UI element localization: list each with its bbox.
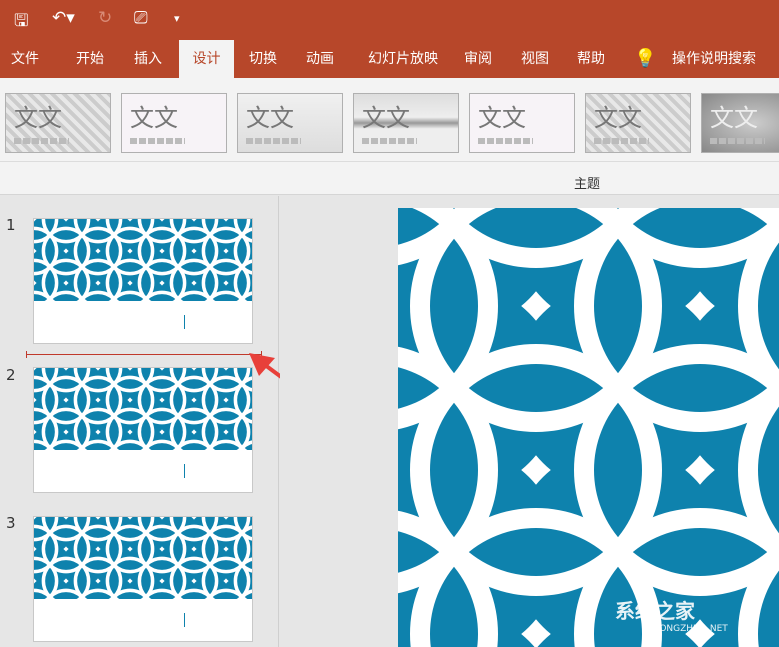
theme-swatches	[130, 138, 185, 144]
tab-view[interactable]: 视图	[512, 40, 558, 78]
insertion-marker	[26, 351, 262, 358]
theme-thumbnail[interactable]: 文文	[5, 93, 111, 153]
tab-slideshow[interactable]: 幻灯片放映	[358, 40, 448, 78]
theme-swatches	[246, 138, 301, 144]
theme-swatches	[594, 138, 649, 144]
slide-number: 2	[6, 366, 16, 384]
slide-thumbnail-3[interactable]	[33, 516, 253, 642]
theme-thumbnail[interactable]: 文文	[701, 93, 779, 153]
design-ribbon: 文文 文文 文文 文文 文文 文文 文文 主题	[0, 78, 779, 195]
theme-label: 文文	[246, 104, 294, 132]
tab-transitions[interactable]: 切换	[236, 40, 290, 78]
slide-number: 3	[6, 514, 16, 532]
present-from-start-icon[interactable]: ⎚	[134, 8, 148, 28]
current-slide[interactable]	[398, 208, 779, 647]
undo-icon[interactable]: ↶▾	[52, 8, 75, 28]
theme-swatches	[478, 138, 533, 144]
placeholder-cursor	[184, 613, 185, 627]
theme-swatches	[710, 138, 765, 144]
tab-help[interactable]: 帮助	[568, 40, 614, 78]
theme-thumbnail[interactable]: 文文	[237, 93, 343, 153]
tab-insert[interactable]: 插入	[120, 40, 176, 78]
theme-swatches	[362, 138, 417, 144]
slide-number: 1	[6, 216, 16, 234]
theme-label: 文文	[130, 104, 178, 132]
watermark-logo: 系统之家 XITONGZHIJIA.NET	[615, 595, 728, 634]
lightbulb-icon[interactable]: 💡	[634, 40, 656, 78]
theme-thumbnail[interactable]: 文文	[353, 93, 459, 153]
theme-label: 文文	[14, 104, 62, 132]
slide-thumbnail-panel[interactable]: 1 2 3	[0, 196, 279, 647]
ribbon-tabs: 文件 开始 插入 设计 切换 动画 幻灯片放映 审阅 视图 帮助 💡 操作说明搜…	[0, 40, 779, 78]
tell-me-search[interactable]: 操作说明搜索	[664, 40, 764, 78]
save-icon[interactable]: 🖫	[14, 8, 28, 37]
customize-qat-icon[interactable]: ▾	[174, 12, 180, 25]
slide-thumbnail-2[interactable]	[33, 367, 253, 493]
watermark-text: 系统之家	[615, 599, 695, 623]
theme-thumbnail[interactable]: 文文	[469, 93, 575, 153]
slide-thumbnail-1[interactable]	[33, 218, 253, 344]
tab-animations[interactable]: 动画	[293, 40, 347, 78]
theme-label: 文文	[478, 104, 526, 132]
theme-thumbnail[interactable]: 文文	[121, 93, 227, 153]
theme-swatches	[14, 138, 69, 144]
theme-label: 文文	[710, 104, 758, 132]
theme-label: 文文	[362, 104, 410, 132]
tab-file[interactable]: 文件	[0, 40, 50, 78]
placeholder-cursor	[184, 464, 185, 478]
divider	[0, 161, 779, 162]
tab-home[interactable]: 开始	[62, 40, 118, 78]
placeholder-cursor	[184, 315, 185, 329]
theme-label: 文文	[594, 104, 642, 132]
watermark-sub: XITONGZHIJIA.NET	[645, 624, 728, 634]
group-label-themes: 主题	[574, 177, 601, 192]
tab-review[interactable]: 审阅	[455, 40, 501, 78]
theme-thumbnail[interactable]: 文文	[585, 93, 691, 153]
tab-design[interactable]: 设计	[179, 40, 234, 78]
redo-icon[interactable]: ↻	[98, 8, 112, 28]
quick-access-toolbar: 🖫 ↶▾ ↻ ⎚ ▾	[0, 0, 779, 40]
